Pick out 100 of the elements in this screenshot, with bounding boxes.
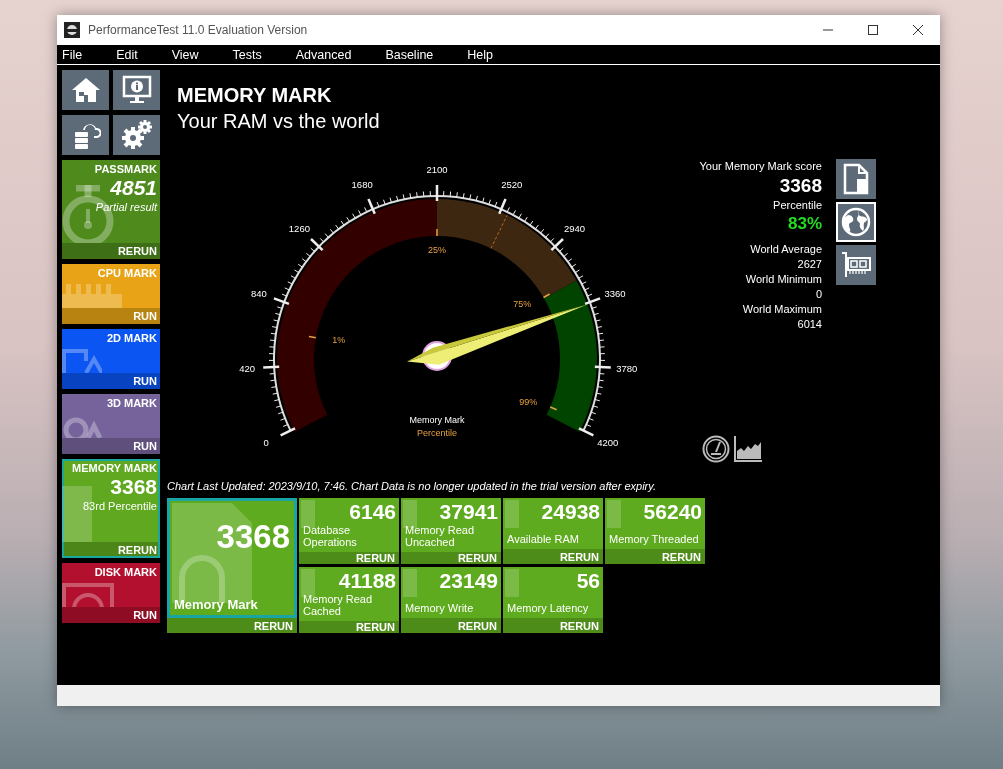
benchmark-tile[interactable]: 2D MARK RUN <box>62 329 160 389</box>
score-label: Your Memory Mark score <box>699 159 822 174</box>
test-name: Uncached <box>405 536 456 548</box>
tile-title: DISK MARK <box>94 566 157 578</box>
close-icon <box>912 25 923 35</box>
run-link[interactable]: RUN <box>133 375 157 387</box>
test-name: Available RAM <box>507 533 580 545</box>
report-button[interactable] <box>836 159 876 199</box>
gauge-tick-label: 3780 <box>616 363 638 375</box>
settings-button[interactable] <box>113 115 160 155</box>
percentile-label: 75% <box>513 299 532 309</box>
gears-icon <box>120 119 153 151</box>
gauge-tick-label: 2100 <box>426 164 448 175</box>
test-score: 37941 <box>439 500 498 524</box>
tile-subtitle: 83rd Percentile <box>83 500 157 512</box>
tile-label: Memory Mark <box>174 599 259 611</box>
test-result-tile[interactable]: 23149 Memory Write RERUN <box>401 567 501 633</box>
stat-value: 6014 <box>797 317 822 332</box>
tile-title: 3D MARK <box>106 397 157 409</box>
info-button[interactable] <box>113 70 160 110</box>
stat-value: 2627 <box>797 257 822 272</box>
world-average-marker <box>490 214 508 249</box>
gauge-subtitle: Percentile <box>417 428 457 438</box>
tile-title: CPU MARK <box>97 267 157 279</box>
test-result-tile[interactable]: 6146 Database Operations RERUN <box>299 498 399 564</box>
document-icon <box>843 163 869 195</box>
card-button[interactable] <box>836 245 876 285</box>
test-name: Memory Latency <box>507 602 590 614</box>
test-result-tile[interactable]: 56 Memory Latency RERUN <box>503 567 603 633</box>
menu-item[interactable]: Baseline <box>385 47 434 62</box>
tile-score: 3368 <box>216 517 290 557</box>
percentile-value: 83% <box>787 213 822 235</box>
tile-score: 3368 <box>110 474 157 500</box>
test-result-tile[interactable]: 41188 Memory Read Cached RERUN <box>299 567 399 633</box>
benchmark-tile[interactable]: DISK MARK RUN <box>62 563 160 623</box>
cloud-button[interactable] <box>62 115 109 155</box>
stat-value: 0 <box>815 287 822 302</box>
test-score: 41188 <box>338 569 396 593</box>
test-score: 24938 <box>541 500 600 524</box>
tile-subtitle: Partial result <box>95 201 157 213</box>
stat-label: World Minimum <box>745 272 822 287</box>
percentile-label: 1% <box>332 335 346 346</box>
tile-title: MEMORY MARK <box>72 462 157 474</box>
test-name: Memory Read <box>303 593 374 605</box>
run-link[interactable]: RUN <box>133 440 157 452</box>
percentile-label: 99% <box>519 397 538 407</box>
chart-update-note: Chart Last Updated: 2023/9/10, 7:46. Chart Data is no longer updated in the trial version after expiry. <box>167 480 657 492</box>
gauge-tick-label: 0 <box>263 437 269 449</box>
test-score: 23149 <box>439 569 498 593</box>
stat-label: World Maximum <box>742 302 822 317</box>
area-chart-icon[interactable] <box>734 435 762 462</box>
window-title: PerformanceTest 11.0 Evaluation Version <box>88 23 309 37</box>
gauge-tick-label: 1680 <box>351 179 373 191</box>
run-link[interactable]: RUN <box>133 310 157 322</box>
gauge-title: Memory Mark <box>409 415 465 425</box>
test-score: 56240 <box>643 500 702 524</box>
test-name: Cached <box>303 605 342 617</box>
percentile-label: 25% <box>428 245 446 255</box>
test-result-tile[interactable]: 37941 Memory Read Uncached RERUN <box>401 498 501 564</box>
menu-item[interactable]: View <box>171 47 199 62</box>
menu-item[interactable]: File <box>62 47 83 62</box>
maximize-icon <box>867 25 878 35</box>
memory-mark-tile[interactable]: 3368 Memory Mark RERUN <box>167 498 297 633</box>
globe-button[interactable] <box>836 202 876 242</box>
score-value: 3368 <box>779 174 822 198</box>
app-logo-icon <box>64 22 80 38</box>
globe-icon <box>841 207 871 237</box>
expansion-card-icon <box>840 251 872 279</box>
window-shapes-icon <box>62 349 102 373</box>
home-icon <box>70 76 101 104</box>
home-button[interactable] <box>62 70 109 110</box>
menu-item[interactable]: Help <box>467 47 494 62</box>
gauge-icon[interactable] <box>702 435 730 463</box>
test-result-tile[interactable]: 24938 Available RAM RERUN <box>503 498 603 564</box>
test-name: Database <box>303 524 352 536</box>
test-result-tile[interactable]: 56240 Memory Threaded RERUN <box>605 498 705 564</box>
menu-item[interactable]: Tests <box>232 47 262 62</box>
gauge-tick-label: 840 <box>251 287 267 299</box>
test-name: Operations <box>303 536 358 548</box>
benchmark-tile[interactable]: CPU MARK RUN <box>62 264 160 324</box>
gauge-tick-label: 2940 <box>564 222 586 234</box>
benchmark-tile[interactable]: MEMORY MARK 3368 83rd Percentile RERUN <box>62 459 160 558</box>
tile-title: 2D MARK <box>106 332 157 344</box>
menu-item[interactable]: Edit <box>116 47 138 62</box>
test-name: Memory Read <box>405 524 476 536</box>
tile-title: PASSMARK <box>94 163 157 175</box>
page-heading: MEMORY MARK <box>177 84 333 107</box>
test-name: Memory Threaded <box>609 533 700 545</box>
gauge-tick-label: 3360 <box>604 287 626 299</box>
gauge-tick-label: 2520 <box>501 179 523 191</box>
benchmark-tile[interactable]: 3D MARK RUN <box>62 394 160 454</box>
menu-item[interactable]: Advanced <box>295 47 352 62</box>
gauge-tick-label: 420 <box>239 363 256 375</box>
percentile-label: Percentile <box>773 198 822 213</box>
run-link[interactable]: RUN <box>133 609 157 621</box>
tile-score: 4851 <box>110 175 157 201</box>
test-score: 6146 <box>349 500 396 524</box>
monitor-info-icon <box>121 75 152 105</box>
gauge-tick-label: 1260 <box>288 222 310 234</box>
benchmark-tile[interactable]: PASSMARK 4851 Partial result RERUN <box>62 160 160 259</box>
